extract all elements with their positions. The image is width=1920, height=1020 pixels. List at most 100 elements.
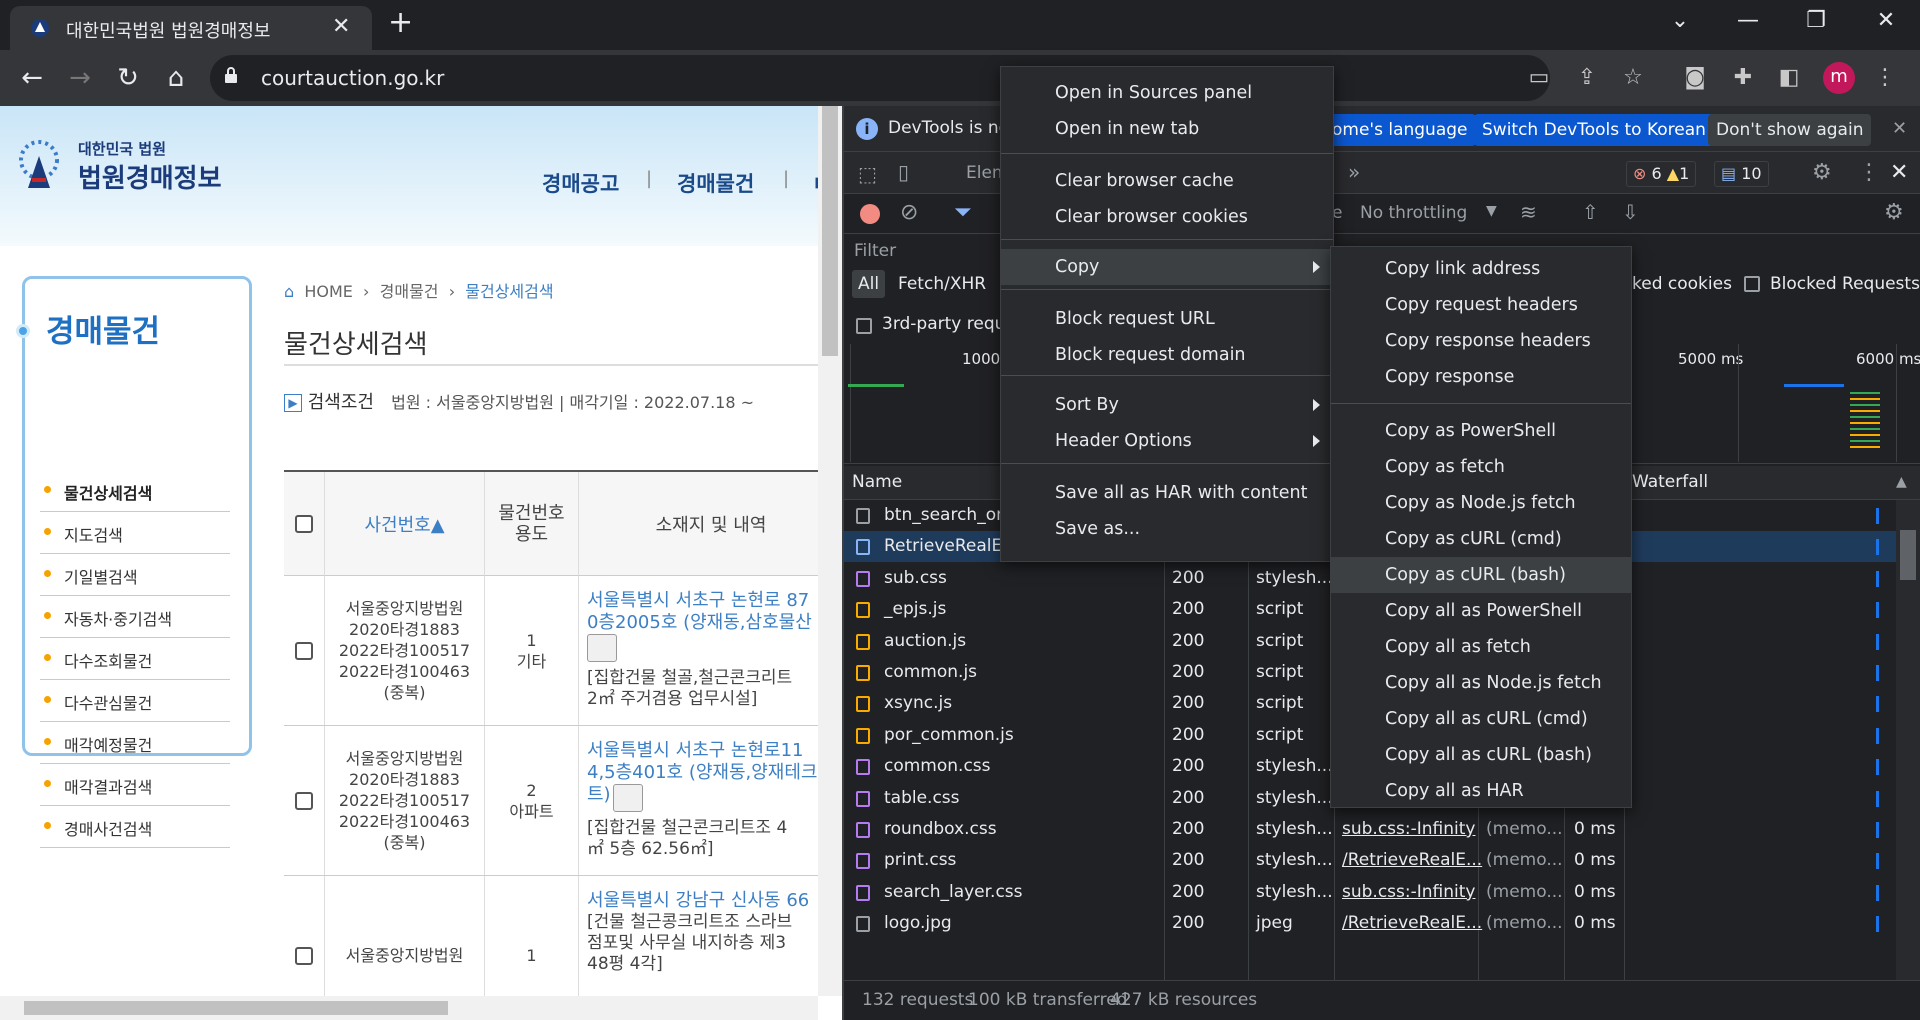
gnb-auction-items[interactable]: 경매물건: [677, 168, 754, 198]
dont-show-again-button[interactable]: Don't show again: [1708, 114, 1872, 146]
close-infobar-icon[interactable]: ✕: [1892, 118, 1907, 139]
settings-gear-icon[interactable]: ⚙: [1812, 160, 1832, 185]
request-row[interactable]: search_layer.css 200 stylesh... sub.css:-In…: [844, 877, 1920, 908]
camera-extension-icon[interactable]: ◙: [1680, 63, 1710, 93]
forward-icon[interactable]: →: [62, 60, 98, 96]
copy-submenu-item[interactable]: Copy as Node.js fetch: [1331, 485, 1631, 521]
address-link[interactable]: 서울특별시 서초구 논현로 87: [587, 590, 809, 612]
column-name[interactable]: Name: [852, 472, 902, 492]
close-tab-icon[interactable]: ✕: [332, 14, 350, 39]
breadcrumb-home[interactable]: HOME: [304, 282, 353, 301]
open-in-sources-item[interactable]: Open in Sources panel: [1001, 75, 1333, 111]
logo-big-text[interactable]: 법원경매정보: [78, 158, 222, 195]
row-checkbox[interactable]: [295, 946, 313, 965]
browser-tab[interactable]: 대한민국법원 법원경매정보 ✕: [10, 6, 372, 50]
page-horizontal-scroll-thumb[interactable]: [24, 1001, 448, 1015]
chrome-menu-icon[interactable]: ⋮: [1870, 63, 1900, 93]
open-in-new-tab-item[interactable]: Open in new tab: [1001, 111, 1333, 147]
close-window-icon[interactable]: ✕: [1866, 8, 1906, 33]
save-har-item[interactable]: Save all as HAR with content: [1001, 475, 1333, 511]
devtools-menu-icon[interactable]: ⋮: [1858, 160, 1880, 185]
throttle-dropdown-icon[interactable]: ▼: [1486, 203, 1497, 219]
chrome-language-button[interactable]: ome's language: [1324, 114, 1476, 146]
copy-submenu-item[interactable]: Copy link address: [1331, 251, 1631, 287]
back-icon[interactable]: ←: [14, 60, 50, 96]
throttling-select[interactable]: No throttling: [1360, 203, 1467, 223]
side-menu-item[interactable]: 물건상세검색: [40, 470, 230, 512]
side-menu-item[interactable]: 자동차·중기검색: [40, 596, 230, 638]
share-icon[interactable]: ⇪: [1572, 63, 1602, 93]
row-checkbox[interactable]: [295, 791, 313, 810]
copy-submenu-item[interactable]: Copy request headers: [1331, 287, 1631, 323]
copy-submenu-item[interactable]: Copy response headers: [1331, 323, 1631, 359]
issues-counter[interactable]: ⊗ 6 ▲1: [1626, 161, 1697, 187]
bookmark-star-icon[interactable]: ☆: [1618, 63, 1648, 93]
requests-scroll-thumb[interactable]: [1900, 530, 1916, 580]
messages-counter[interactable]: ▤ 10: [1714, 161, 1769, 187]
block-domain-item[interactable]: Block request domain: [1001, 337, 1333, 373]
export-har-icon[interactable]: ⇩: [1622, 200, 1639, 224]
request-row[interactable]: print.css 200 stylesh... /RetrieveRealE...(…: [844, 845, 1920, 876]
more-tabs-icon[interactable]: »: [1348, 160, 1360, 184]
copy-submenu-item[interactable]: Copy as fetch: [1331, 449, 1631, 485]
copy-submenu-item[interactable]: Copy all as PowerShell: [1331, 593, 1631, 629]
breadcrumb-current[interactable]: 물건상세검색: [465, 282, 553, 301]
clear-cookies-item[interactable]: Clear browser cookies: [1001, 199, 1333, 235]
clear-cache-item[interactable]: Clear browser cache: [1001, 163, 1333, 199]
home-icon[interactable]: ⌂: [158, 60, 194, 96]
address-link[interactable]: 서울특별시 강남구 신사동 66: [587, 890, 809, 912]
side-menu-item[interactable]: 매각결과검색: [40, 764, 230, 806]
side-menu-item[interactable]: 다수관심물건: [40, 680, 230, 722]
request-initiator[interactable]: /RetrieveRealE...: [1342, 913, 1482, 933]
block-url-item[interactable]: Block request URL: [1001, 301, 1333, 337]
side-menu-item[interactable]: 매각예정물건: [40, 722, 230, 764]
column-waterfall[interactable]: Waterfall: [1632, 472, 1708, 492]
inspect-element-icon[interactable]: ⬚: [858, 162, 877, 186]
profile-avatar[interactable]: m: [1823, 62, 1855, 94]
blocked-requests-checkbox[interactable]: [1744, 276, 1760, 292]
court-logo-icon[interactable]: [10, 136, 68, 194]
record-icon[interactable]: [860, 204, 880, 224]
save-as-item[interactable]: Save as...: [1001, 511, 1333, 547]
map-search-icon[interactable]: [587, 634, 617, 662]
address-link[interactable]: 서울특별시 서초구 논현로11: [587, 740, 804, 762]
network-conditions-icon[interactable]: ≋: [1520, 200, 1537, 224]
third-party-checkbox[interactable]: [856, 318, 872, 334]
request-initiator[interactable]: sub.css:-Infinity: [1342, 882, 1475, 902]
side-menu-item[interactable]: 다수조회물건: [40, 638, 230, 680]
row-checkbox[interactable]: [295, 641, 313, 660]
copy-submenu-item[interactable]: Copy response: [1331, 359, 1631, 395]
popup-blocked-icon[interactable]: ▭: [1524, 63, 1554, 93]
close-devtools-icon[interactable]: ✕: [1890, 160, 1908, 185]
copy-submenu-item[interactable]: Copy as cURL (bash): [1331, 557, 1631, 593]
address-link[interactable]: 0층2005호 (양재동,삼호물산: [587, 612, 812, 634]
request-row[interactable]: roundbox.css 200 stylesh... sub.css:-Infini…: [844, 814, 1920, 845]
filter-input[interactable]: Filter: [854, 241, 896, 261]
side-menu-item[interactable]: 기일별검색: [40, 554, 230, 596]
address-link[interactable]: 트): [587, 784, 611, 806]
copy-submenu-item[interactable]: Copy all as HAR: [1331, 773, 1631, 809]
address-link[interactable]: 4,5층401호 (양재동,양재테크: [587, 762, 818, 784]
breadcrumb-mid[interactable]: 경매물건: [380, 282, 439, 301]
type-all[interactable]: All: [852, 270, 886, 298]
home-icon[interactable]: ⌂: [284, 282, 294, 301]
request-initiator[interactable]: sub.css:-Infinity: [1342, 819, 1475, 839]
side-menu-item[interactable]: 지도검색: [40, 512, 230, 554]
page-vertical-scroll-thumb[interactable]: [822, 106, 838, 356]
copy-submenu-item[interactable]: Copy as cURL (cmd): [1331, 521, 1631, 557]
request-initiator[interactable]: /RetrieveRealE...: [1342, 850, 1482, 870]
copy-submenu-item[interactable]: Copy all as cURL (cmd): [1331, 701, 1631, 737]
sort-by-item[interactable]: Sort By: [1001, 387, 1333, 423]
filter-icon[interactable]: ⏷: [954, 200, 972, 225]
type-fetch-xhr[interactable]: Fetch/XHR: [898, 274, 986, 294]
request-row[interactable]: logo.jpg 200 jpeg/RetrieveRealE... (memo...…: [844, 908, 1920, 939]
reload-icon[interactable]: ↻: [110, 60, 146, 96]
copy-item[interactable]: Copy: [1001, 249, 1333, 285]
map-search-icon[interactable]: [613, 784, 643, 812]
side-panel-icon[interactable]: ◧: [1774, 63, 1804, 93]
header-case-number[interactable]: 사건번호▲: [325, 472, 485, 576]
extensions-icon[interactable]: ✚: [1728, 63, 1758, 93]
clear-icon[interactable]: ⊘: [900, 200, 918, 225]
device-toolbar-icon[interactable]: ▯: [898, 160, 909, 184]
copy-submenu-item[interactable]: Copy all as Node.js fetch: [1331, 665, 1631, 701]
